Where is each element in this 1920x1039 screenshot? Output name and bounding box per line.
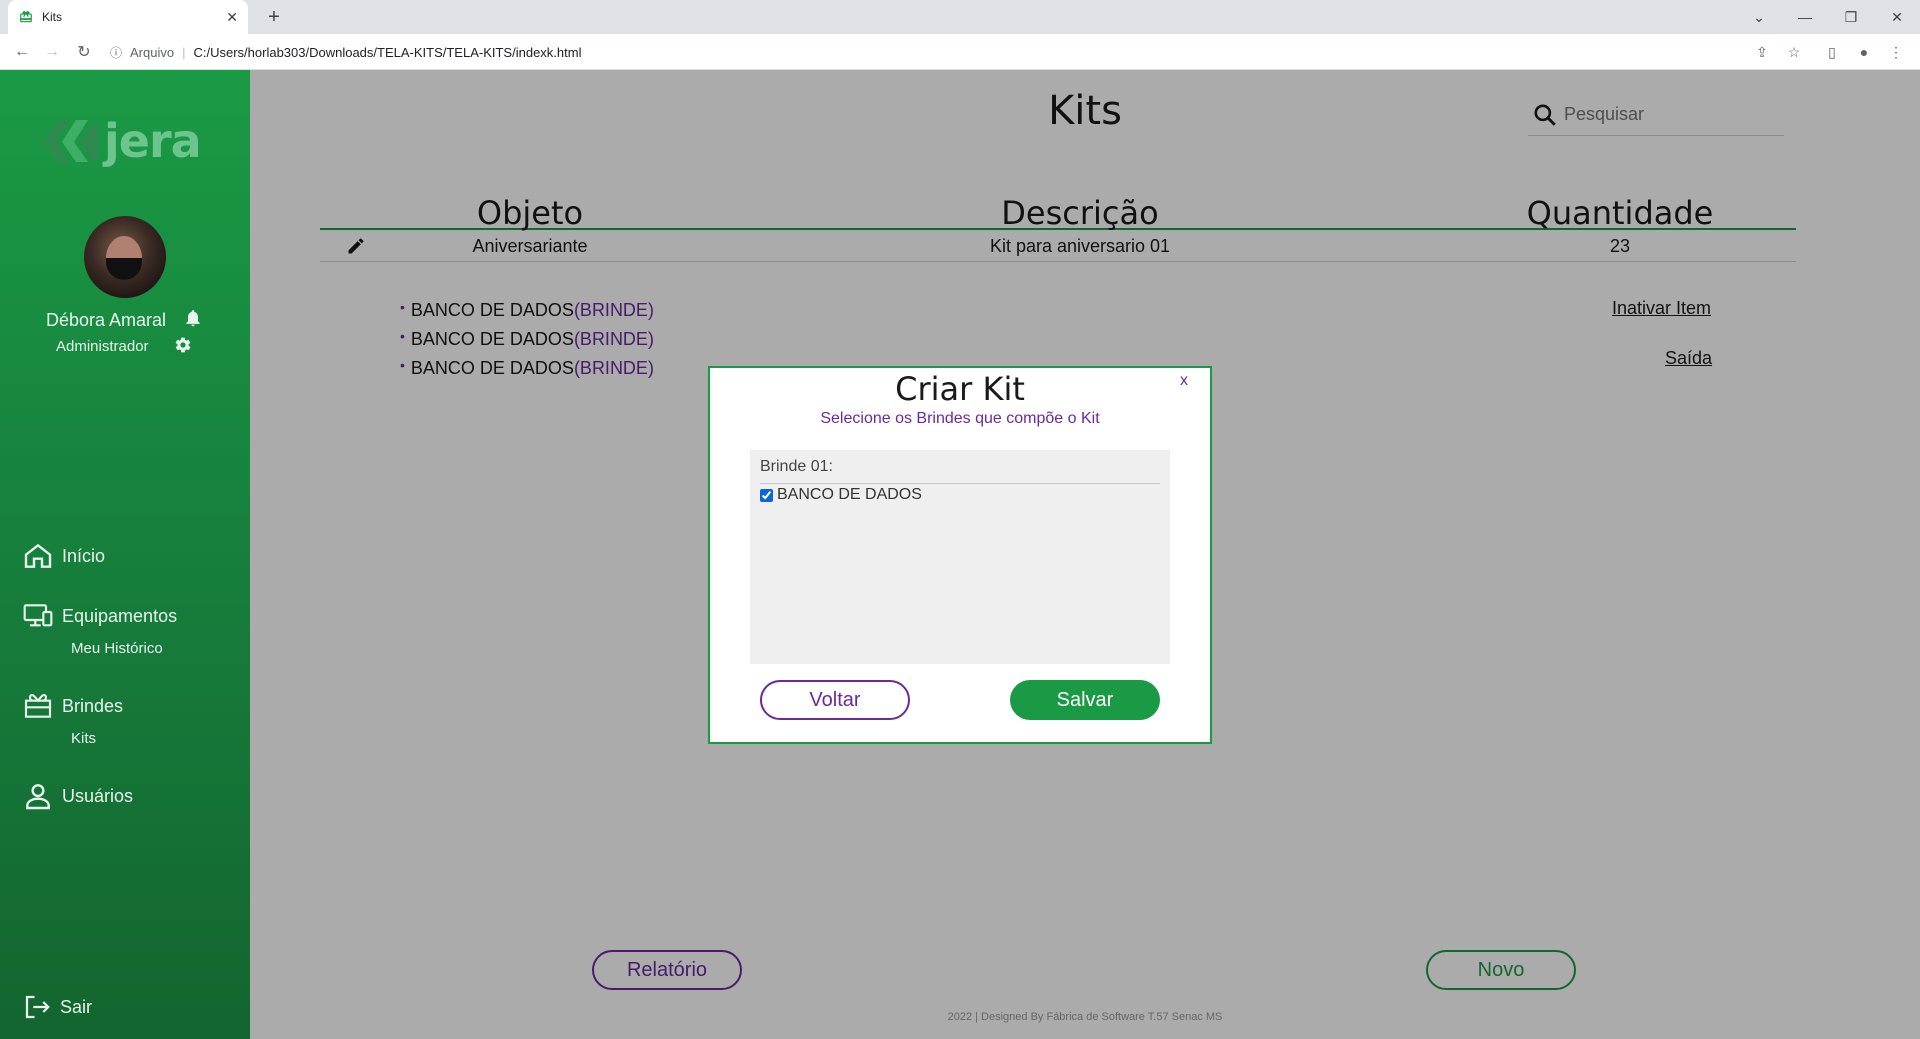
side-panel-icon[interactable]: ▯: [1820, 40, 1844, 64]
minimize-button[interactable]: —: [1782, 0, 1828, 34]
new-tab-button[interactable]: +: [262, 5, 286, 29]
sidebar-item-brindes[interactable]: Brindes: [22, 690, 123, 722]
sidebar-item-equipamentos[interactable]: Equipamentos: [22, 600, 177, 632]
close-tab-icon[interactable]: ✕: [226, 9, 238, 26]
sidebar-item-inicio[interactable]: Início: [22, 540, 105, 572]
app: jera Débora Amaral Administrador Início …: [0, 70, 1920, 1039]
sidebar-item-label: Início: [62, 545, 106, 566]
sidebar-item-label: Equipamentos: [62, 605, 178, 626]
sidebar-item-usuarios[interactable]: Usuários: [22, 780, 133, 812]
salvar-button[interactable]: Salvar: [1010, 680, 1160, 720]
modal-close-button[interactable]: x: [1180, 372, 1188, 390]
brinde-checkbox[interactable]: [760, 488, 773, 502]
criar-kit-modal: Criar Kit x Selecione os Brindes que com…: [708, 366, 1212, 744]
url-separator: |: [182, 44, 186, 60]
forward-icon[interactable]: →: [40, 40, 64, 64]
sidebar-item-label: Usuários: [62, 785, 134, 806]
tab-title: Kits: [42, 10, 63, 24]
sidebar-item-label: Brindes: [62, 695, 124, 716]
gear-icon[interactable]: [174, 336, 192, 354]
browser-tab[interactable]: Kits ✕: [8, 0, 248, 34]
tab-search-icon[interactable]: ⌄: [1736, 0, 1782, 34]
share-icon[interactable]: ⇪: [1750, 40, 1774, 64]
user-name: Débora Amaral: [46, 310, 167, 330]
sidebar-item-kits[interactable]: Kits: [71, 730, 96, 747]
home-icon: [24, 543, 52, 568]
sidebar-item-sair[interactable]: Sair: [22, 992, 92, 1022]
listbox-label: Brinde 01:: [760, 458, 1160, 484]
browser-toolbar: ← → ↻ ⓘ Arquivo | C:/Users/horlab303/Dow…: [0, 34, 1920, 70]
url-scheme-label: Arquivo: [130, 44, 175, 60]
avatar[interactable]: [84, 216, 166, 298]
brand-name: jera: [104, 114, 202, 168]
modal-title: Criar Kit: [895, 370, 1025, 408]
logout-icon: [25, 995, 50, 1019]
address-bar[interactable]: ⓘ Arquivo | C:/Users/horlab303/Downloads…: [110, 38, 1750, 66]
gift-icon: [24, 693, 52, 718]
brinde-option-label: BANCO DE DADOS: [777, 486, 922, 503]
reload-icon[interactable]: ↻: [72, 40, 96, 64]
modal-subtitle: Selecione os Brindes que compõe o Kit: [820, 410, 1100, 427]
user-role: Administrador: [56, 338, 149, 355]
sidebar-item-meu-historico[interactable]: Meu Histórico: [71, 640, 163, 657]
close-window-button[interactable]: ✕: [1874, 0, 1920, 34]
menu-icon[interactable]: ⋮: [1884, 40, 1908, 64]
brindes-listbox[interactable]: Brinde 01: BANCO DE DADOS: [750, 450, 1170, 664]
bookmark-star-icon[interactable]: ☆: [1782, 40, 1806, 64]
browser-tab-bar: Kits ✕ + ⌄ — ❐ ✕: [0, 0, 1920, 34]
jera-logo-icon: [42, 116, 98, 166]
sidebar-item-label: Sair: [60, 996, 93, 1017]
brinde-option[interactable]: BANCO DE DADOS: [760, 486, 922, 504]
profile-icon[interactable]: ●: [1852, 40, 1876, 64]
voltar-button[interactable]: Voltar: [760, 680, 910, 720]
gift-icon: [18, 9, 34, 25]
info-icon[interactable]: ⓘ: [110, 44, 122, 61]
back-icon[interactable]: ←: [10, 40, 34, 64]
devices-icon: [23, 604, 53, 627]
sidebar: jera Débora Amaral Administrador Início …: [0, 70, 250, 1039]
brand-logo: jera: [42, 114, 202, 168]
bell-icon[interactable]: [183, 308, 203, 328]
url-text: C:/Users/horlab303/Downloads/TELA-KITS/T…: [193, 44, 582, 60]
restore-button[interactable]: ❐: [1828, 0, 1874, 34]
user-icon: [26, 784, 50, 810]
